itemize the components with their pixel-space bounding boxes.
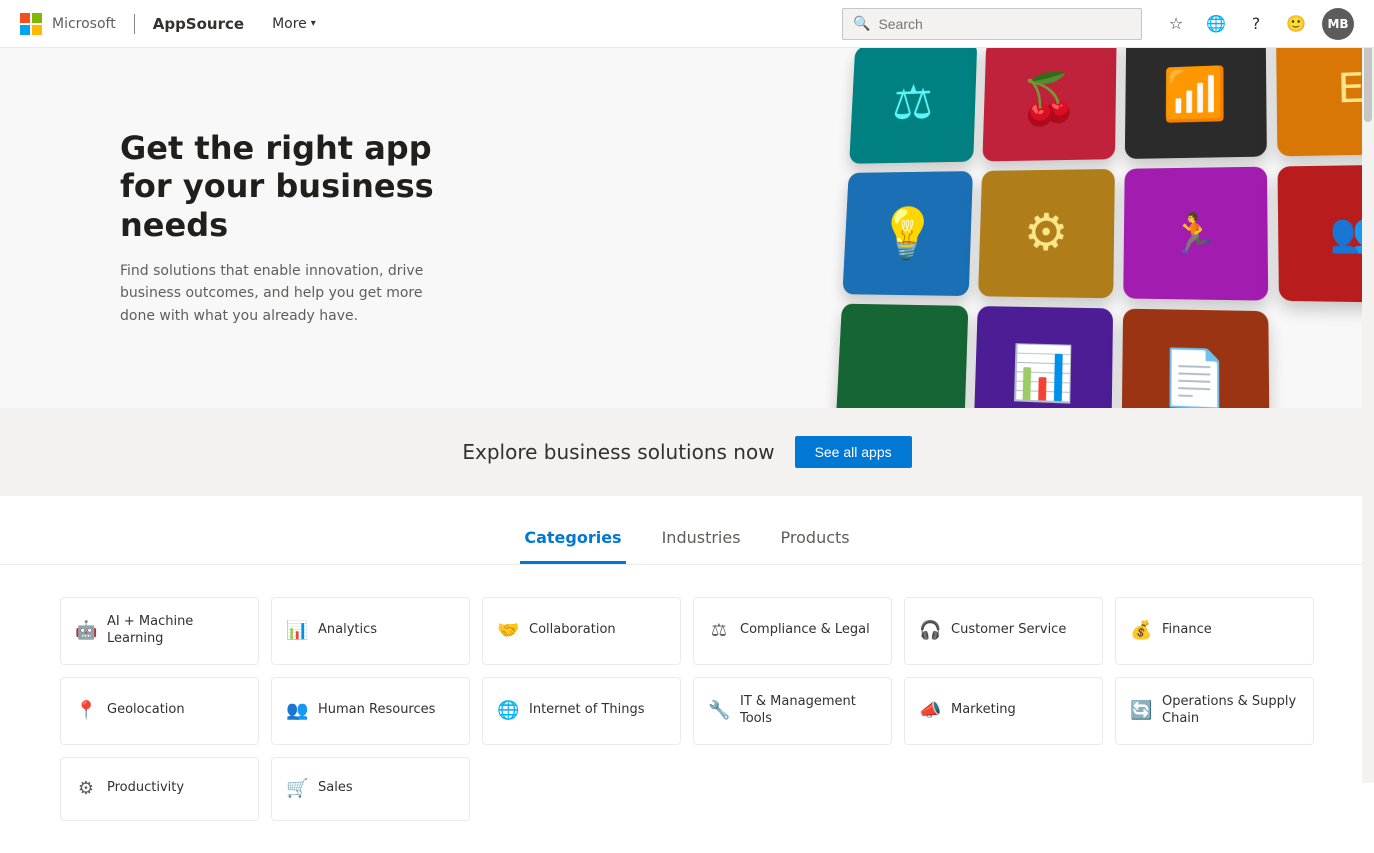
microsoft-logo bbox=[20, 13, 42, 35]
key-scales: ⚖ bbox=[849, 48, 977, 164]
category-card[interactable]: 📊 Analytics bbox=[271, 597, 470, 665]
logo-red bbox=[20, 13, 30, 23]
logo-yellow bbox=[32, 25, 42, 35]
key-group: 👥 bbox=[1277, 164, 1374, 303]
category-icon: 🔧 bbox=[708, 700, 730, 721]
feedback-button[interactable]: 🙂 bbox=[1278, 6, 1314, 42]
category-label: AI + Machine Learning bbox=[107, 614, 244, 648]
key-cherry: 🍒 bbox=[982, 48, 1116, 161]
category-card[interactable]: 📍 Geolocation bbox=[60, 677, 259, 745]
key-chart: 📶 bbox=[1125, 48, 1267, 159]
category-icon: ⚙ bbox=[75, 778, 97, 799]
hero-content: Get the right app for your business need… bbox=[0, 89, 560, 367]
key-purple-chart: 📊 bbox=[974, 306, 1114, 408]
tabs-section: Categories Industries Products bbox=[0, 496, 1374, 565]
categories-grid: 🤖 AI + Machine Learning 📊 Analytics 🤝 Co… bbox=[60, 597, 1314, 821]
category-card[interactable]: 🎧 Customer Service bbox=[904, 597, 1103, 665]
category-icon: 📊 bbox=[286, 620, 308, 641]
tab-industries[interactable]: Industries bbox=[658, 520, 745, 564]
category-label: IT & Management Tools bbox=[740, 694, 877, 728]
category-label: Compliance & Legal bbox=[740, 622, 870, 639]
keys-grid: ⚖ 🍒 📶 E 💡 ⚙ 🏃 👥 📊 📄 bbox=[835, 48, 1374, 408]
more-label: More bbox=[272, 16, 307, 32]
key-doc: 📄 bbox=[1122, 309, 1270, 408]
category-label: Finance bbox=[1162, 622, 1212, 639]
chevron-down-icon: ▾ bbox=[311, 18, 316, 29]
brand-separator bbox=[134, 14, 135, 34]
category-card[interactable]: 🤖 AI + Machine Learning bbox=[60, 597, 259, 665]
category-icon: 🔄 bbox=[1130, 700, 1152, 721]
category-label: Geolocation bbox=[107, 702, 185, 719]
search-input[interactable] bbox=[878, 16, 1131, 32]
tab-categories[interactable]: Categories bbox=[520, 520, 625, 564]
category-card[interactable]: 🤝 Collaboration bbox=[482, 597, 681, 665]
avatar[interactable]: MB bbox=[1322, 8, 1354, 40]
category-label: Human Resources bbox=[318, 702, 435, 719]
category-card[interactable]: 👥 Human Resources bbox=[271, 677, 470, 745]
explore-text: Explore business solutions now bbox=[462, 440, 774, 464]
category-card[interactable]: 💰 Finance bbox=[1115, 597, 1314, 665]
categories-section: 🤖 AI + Machine Learning 📊 Analytics 🤝 Co… bbox=[0, 565, 1374, 853]
category-icon: ⚖ bbox=[708, 620, 730, 641]
key-bulb: 💡 bbox=[842, 171, 972, 296]
key-green bbox=[835, 304, 968, 408]
category-card[interactable]: 📣 Marketing bbox=[904, 677, 1103, 745]
see-all-button[interactable]: See all apps bbox=[795, 436, 912, 468]
category-label: Marketing bbox=[951, 702, 1016, 719]
hero-visual: ⚖ 🍒 📶 E 💡 ⚙ 🏃 👥 📊 📄 bbox=[574, 48, 1374, 408]
category-icon: 👥 bbox=[286, 700, 308, 721]
category-label: Operations & Supply Chain bbox=[1162, 694, 1299, 728]
category-card[interactable]: 🛒 Sales bbox=[271, 757, 470, 821]
app-name: AppSource bbox=[153, 15, 244, 33]
search-icon: 🔍 bbox=[853, 16, 870, 32]
category-icon: 🎧 bbox=[919, 620, 941, 641]
logo-area: Microsoft AppSource bbox=[20, 13, 244, 35]
key-gear: ⚙ bbox=[978, 169, 1115, 298]
category-label: Collaboration bbox=[529, 622, 616, 639]
category-icon: 🛒 bbox=[286, 778, 308, 799]
search-bar[interactable]: 🔍 bbox=[842, 8, 1142, 40]
category-card[interactable]: ⚖ Compliance & Legal bbox=[693, 597, 892, 665]
favorite-button[interactable]: ☆ bbox=[1158, 6, 1194, 42]
hero-section: Get the right app for your business need… bbox=[0, 48, 1374, 408]
logo-blue bbox=[20, 25, 30, 35]
category-icon: 🤝 bbox=[497, 620, 519, 641]
header-actions: ☆ 🌐 ? 🙂 MB bbox=[1158, 6, 1354, 42]
microsoft-text: Microsoft bbox=[52, 16, 116, 32]
category-card[interactable]: 🔄 Operations & Supply Chain bbox=[1115, 677, 1314, 745]
tab-products[interactable]: Products bbox=[777, 520, 854, 564]
category-icon: 📍 bbox=[75, 700, 97, 721]
category-card[interactable]: 🔧 IT & Management Tools bbox=[693, 677, 892, 745]
category-icon: 🤖 bbox=[75, 620, 97, 641]
explore-bar: Explore business solutions now See all a… bbox=[0, 408, 1374, 496]
hero-subtitle: Find solutions that enable innovation, d… bbox=[120, 260, 440, 327]
key-person: 🏃 bbox=[1123, 167, 1268, 301]
header: Microsoft AppSource More ▾ 🔍 ☆ 🌐 ? 🙂 MB bbox=[0, 0, 1374, 48]
category-label: Customer Service bbox=[951, 622, 1066, 639]
globe-button[interactable]: 🌐 bbox=[1198, 6, 1234, 42]
hero-title: Get the right app for your business need… bbox=[120, 129, 440, 244]
category-label: Internet of Things bbox=[529, 702, 644, 719]
scrollbar[interactable] bbox=[1362, 0, 1374, 783]
help-button[interactable]: ? bbox=[1238, 6, 1274, 42]
category-card[interactable]: 🌐 Internet of Things bbox=[482, 677, 681, 745]
category-icon: 🌐 bbox=[497, 700, 519, 721]
category-icon: 💰 bbox=[1130, 620, 1152, 641]
category-label: Analytics bbox=[318, 622, 377, 639]
key-letter: E bbox=[1276, 48, 1374, 156]
category-icon: 📣 bbox=[919, 700, 941, 721]
more-menu[interactable]: More ▾ bbox=[264, 12, 324, 36]
logo-green bbox=[32, 13, 42, 23]
category-card[interactable]: ⚙ Productivity bbox=[60, 757, 259, 821]
